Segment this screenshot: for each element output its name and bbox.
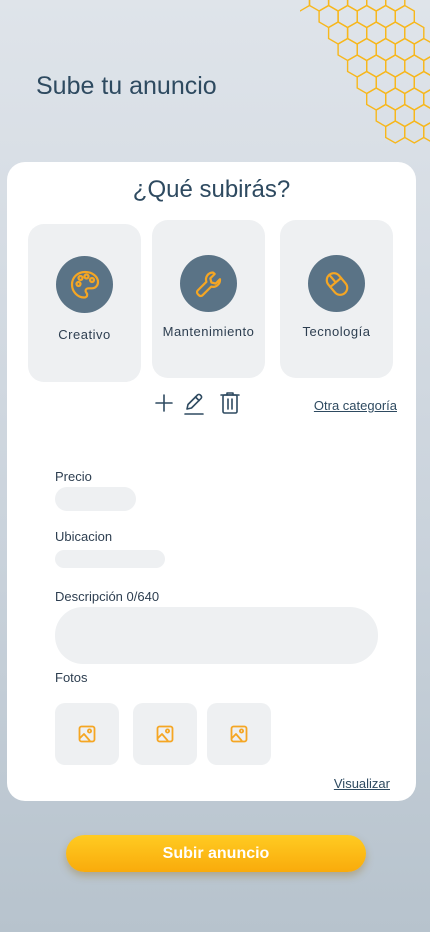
honeycomb-cell [308, 0, 330, 12]
image-icon [78, 725, 96, 743]
category-label: Creativo [58, 327, 111, 342]
trash-icon[interactable] [220, 391, 240, 420]
page-title: Sube tu anuncio [36, 72, 217, 100]
honeycomb-decoration [300, 0, 430, 144]
honeycomb-cell [384, 120, 406, 144]
category-mantenimiento[interactable]: Mantenimiento [152, 220, 265, 378]
honeycomb-cell [300, 0, 311, 12]
wrench-icon [180, 255, 237, 312]
submit-ad-button[interactable]: Subir anuncio [66, 835, 366, 872]
image-icon [230, 725, 248, 743]
honeycomb-cell [384, 0, 406, 12]
honeycomb-cell [413, 37, 430, 62]
honeycomb-cell [423, 122, 430, 142]
honeycomb-cell [365, 0, 387, 12]
photo-slot-2[interactable] [133, 703, 197, 765]
card-title: ¿Qué subirás? [132, 176, 291, 203]
photo-slot-3[interactable] [207, 703, 271, 765]
pencil-icon[interactable] [183, 392, 205, 421]
other-category-link[interactable]: Otra categoría [314, 398, 397, 413]
preview-link[interactable]: Visualizar [334, 776, 390, 791]
photo-slot-1[interactable] [55, 703, 119, 765]
price-input[interactable] [55, 487, 136, 511]
location-label: Ubicacion [55, 529, 113, 544]
description-label: Descripción 0/640 [55, 589, 160, 604]
category-tecnologia[interactable]: Tecnología [280, 220, 393, 378]
honeycomb-cell [413, 103, 430, 128]
image-icon [156, 725, 174, 743]
honeycomb-cell [327, 0, 349, 12]
description-input[interactable] [55, 607, 378, 664]
category-creativo[interactable]: Creativo [28, 224, 141, 382]
upload-card: ¿Qué subirás? Creativo Mantenimiento Tec… [7, 162, 416, 801]
palette-icon [56, 256, 113, 313]
plus-icon[interactable] [154, 393, 174, 418]
category-label: Tecnología [302, 324, 371, 339]
location-input[interactable] [55, 550, 165, 568]
honeycomb-cell [346, 0, 368, 12]
price-label: Precio [55, 469, 92, 484]
photos-label: Fotos [55, 670, 88, 685]
honeycomb-cell [404, 120, 425, 144]
category-label: Mantenimiento [162, 324, 255, 339]
mouse-icon [308, 255, 365, 312]
honeycomb-cell [413, 70, 430, 95]
